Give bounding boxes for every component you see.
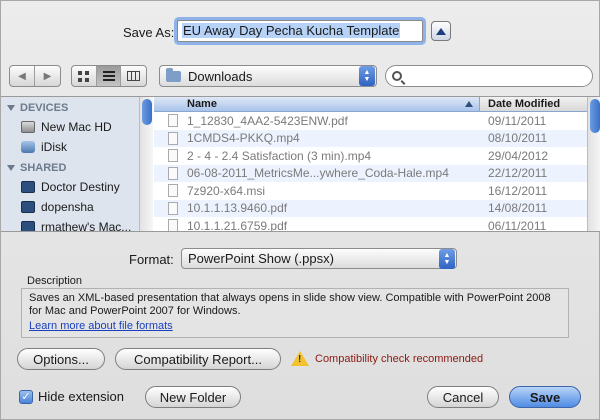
sidebar-section-shared[interactable]: SHARED bbox=[1, 157, 140, 177]
scrollbar-thumb[interactable] bbox=[590, 99, 600, 133]
document-icon bbox=[168, 131, 178, 145]
description-text: Saves an XML-based presentation that alw… bbox=[29, 292, 551, 317]
view-mode-control bbox=[71, 65, 147, 87]
hard-drive-icon bbox=[21, 121, 35, 133]
icon-view-button[interactable] bbox=[72, 66, 97, 86]
table-row[interactable]: 10.1.1.21.6759.pdf 06/11/2011 bbox=[154, 217, 587, 231]
sidebar-item-new-mac-hd[interactable]: New Mac HD bbox=[1, 117, 140, 137]
back-button[interactable]: ◀ bbox=[10, 66, 36, 86]
toolbar: ◀ ▶ Downloads ▲ ▼ bbox=[1, 65, 600, 89]
new-folder-button[interactable]: New Folder bbox=[145, 386, 241, 408]
file-list-scrollbar[interactable] bbox=[587, 97, 600, 231]
popup-arrows-icon: ▲ ▼ bbox=[359, 66, 375, 86]
list-view-icon bbox=[102, 71, 115, 81]
file-list: Name Date Modified 1_12830_4AA2-5423ENW.… bbox=[154, 97, 587, 231]
folder-icon bbox=[166, 67, 181, 82]
computer-icon bbox=[21, 201, 35, 213]
save-dialog: Save As: EU Away Day Pecha Kucha Templat… bbox=[0, 0, 600, 420]
disclosure-triangle-icon bbox=[7, 165, 15, 171]
description-title: Description bbox=[27, 275, 83, 287]
forward-button[interactable]: ▶ bbox=[35, 66, 60, 86]
save-as-row: Save As: EU Away Day Pecha Kucha Templat… bbox=[1, 19, 600, 45]
collapse-button[interactable] bbox=[431, 21, 451, 41]
computer-icon bbox=[21, 221, 35, 231]
sort-ascending-icon bbox=[465, 101, 473, 107]
document-icon bbox=[168, 166, 178, 180]
document-icon bbox=[168, 114, 178, 128]
hide-extension-option[interactable]: ✓ Hide extension bbox=[19, 389, 124, 404]
compatibility-warning: Compatibility check recommended bbox=[291, 351, 483, 366]
popup-arrows-icon: ▲ ▼ bbox=[439, 248, 455, 269]
sidebar-item-doctor-destiny[interactable]: Doctor Destiny bbox=[1, 177, 140, 197]
sidebar-section-devices[interactable]: DEVICES bbox=[1, 97, 140, 117]
warning-text: Compatibility check recommended bbox=[315, 352, 484, 365]
format-value: PowerPoint Show (.ppsx) bbox=[188, 251, 334, 266]
back-forward-control: ◀ ▶ bbox=[9, 65, 61, 87]
table-row[interactable]: 10.1.1.13.9460.pdf 14/08/2011 bbox=[154, 199, 587, 217]
location-popup[interactable]: Downloads ▲ ▼ bbox=[159, 65, 377, 87]
idisk-icon bbox=[21, 141, 35, 153]
learn-more-link[interactable]: Learn more about file formats bbox=[29, 320, 561, 333]
column-header-date[interactable]: Date Modified bbox=[480, 97, 587, 111]
save-button[interactable]: Save bbox=[509, 386, 581, 408]
sidebar-item-rmathew[interactable]: rmathew's Mac... bbox=[1, 217, 140, 231]
options-button[interactable]: Options... bbox=[17, 348, 105, 370]
hide-extension-label: Hide extension bbox=[38, 389, 124, 404]
computer-icon bbox=[21, 181, 35, 193]
file-rows: 1_12830_4AA2-5423ENW.pdf 09/11/2011 1CMDS… bbox=[154, 112, 587, 231]
document-icon bbox=[168, 149, 178, 163]
document-icon bbox=[168, 184, 178, 198]
description-box: Saves an XML-based presentation that alw… bbox=[21, 288, 569, 338]
table-row[interactable]: 06-08-2011_MetricsMe...ywhere_Coda-Hale.… bbox=[154, 164, 587, 182]
file-browser: DEVICES New Mac HD iDisk SHARED Doctor D… bbox=[1, 96, 600, 232]
location-text: Downloads bbox=[188, 68, 253, 84]
disclosure-triangle-icon bbox=[7, 105, 15, 111]
save-as-label: Save As: bbox=[123, 25, 175, 40]
format-label: Format: bbox=[129, 252, 174, 267]
column-view-icon bbox=[127, 71, 141, 81]
scrollbar-thumb[interactable] bbox=[142, 99, 152, 125]
sidebar-item-idisk[interactable]: iDisk bbox=[1, 137, 140, 157]
column-header-row: Name Date Modified bbox=[154, 97, 587, 112]
table-row[interactable]: 1CMDS4-PKKQ.mp4 08/10/2011 bbox=[154, 129, 587, 147]
filename-input[interactable]: EU Away Day Pecha Kucha Template bbox=[177, 20, 423, 42]
chevron-up-icon bbox=[436, 27, 446, 35]
document-icon bbox=[168, 201, 178, 215]
compatibility-report-button[interactable]: Compatibility Report... bbox=[115, 348, 281, 370]
search-input[interactable] bbox=[385, 65, 593, 87]
list-view-button[interactable] bbox=[96, 66, 122, 86]
table-row[interactable]: 1_12830_4AA2-5423ENW.pdf 09/11/2011 bbox=[154, 112, 587, 130]
back-arrow-icon: ◀ bbox=[18, 70, 26, 82]
sidebar-scrollbar[interactable] bbox=[139, 97, 153, 231]
filename-text: EU Away Day Pecha Kucha Template bbox=[182, 23, 401, 38]
column-view-button[interactable] bbox=[121, 66, 146, 86]
table-row[interactable]: 7z920-x64.msi 16/12/2011 bbox=[154, 182, 587, 200]
icon-view-icon bbox=[78, 70, 90, 82]
cancel-button[interactable]: Cancel bbox=[427, 386, 499, 408]
sidebar-item-dopensha[interactable]: dopensha bbox=[1, 197, 140, 217]
table-row[interactable]: 2 - 4 - 2.4 Satisfaction (3 min).mp4 29/0… bbox=[154, 147, 587, 165]
warning-icon bbox=[291, 351, 309, 366]
forward-arrow-icon: ▶ bbox=[43, 70, 52, 82]
hide-extension-checkbox[interactable]: ✓ bbox=[19, 389, 33, 404]
column-header-name[interactable]: Name bbox=[154, 97, 480, 111]
search-icon bbox=[392, 71, 402, 81]
format-popup[interactable]: PowerPoint Show (.ppsx) ▲ ▼ bbox=[181, 248, 457, 269]
document-icon bbox=[168, 219, 178, 231]
sidebar: DEVICES New Mac HD iDisk SHARED Doctor D… bbox=[1, 97, 141, 231]
